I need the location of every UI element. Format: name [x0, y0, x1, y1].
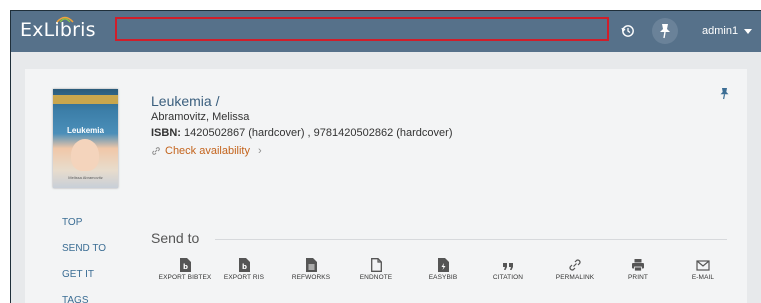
action-label: PRINT: [628, 274, 648, 281]
record-isbn: ISBN: 1420502867 (hardcover) , 978142050…: [151, 127, 452, 139]
check-availability-link[interactable]: Check availability ›: [151, 145, 262, 157]
action-label: CITATION: [492, 274, 524, 281]
endnote-button[interactable]: ENDNOTE: [343, 258, 409, 281]
user-menu[interactable]: admin1: [702, 25, 753, 37]
pinned-items-button[interactable]: [652, 18, 678, 44]
search-history-button[interactable]: [615, 18, 641, 44]
svg-text:b: b: [183, 263, 188, 271]
pin-record-button[interactable]: [719, 87, 730, 105]
send-to-heading: Send to: [151, 230, 200, 246]
action-label: PERMALINK: [555, 274, 595, 281]
permalink-button[interactable]: PERMALINK: [542, 258, 608, 281]
user-name: admin1: [702, 25, 739, 37]
record-card: Leukemia Melissa Abramovitz Leukemia / A…: [25, 69, 747, 303]
document-b-icon: b: [238, 258, 250, 272]
logo-arc-icon: [56, 16, 74, 23]
print-icon: [632, 259, 644, 272]
cover-title: Leukemia: [67, 126, 104, 135]
nav-tags[interactable]: TAGS: [62, 295, 88, 303]
record-author: Abramovitz, Melissa: [151, 111, 250, 123]
easybib-button[interactable]: EASYBIB: [410, 258, 476, 281]
action-label: ENDNOTE: [359, 274, 393, 281]
isbn-value: 1420502867 (hardcover) , 9781420502862 (…: [184, 127, 453, 139]
isbn-label: ISBN:: [151, 127, 181, 139]
email-button[interactable]: E-MAIL: [670, 258, 736, 281]
nav-send-to[interactable]: SEND TO: [62, 243, 106, 254]
print-button[interactable]: PRINT: [605, 258, 671, 281]
action-label: E-MAIL: [691, 274, 715, 281]
document-b-icon: b: [179, 258, 191, 272]
link-icon: [152, 147, 160, 155]
cover-band: [53, 95, 118, 104]
document-outline-icon: [370, 258, 382, 272]
section-divider: [215, 239, 727, 240]
quote-icon: [503, 263, 513, 270]
link-icon: [569, 259, 581, 271]
chevron-down-icon: [744, 28, 753, 34]
history-icon: [621, 25, 634, 37]
availability-text: Check availability: [165, 145, 250, 157]
chevron-right-icon: ›: [257, 145, 262, 157]
cover-photo: [71, 139, 99, 171]
record-title[interactable]: Leukemia /: [151, 93, 219, 109]
action-label: EXPORT BIBTEX: [158, 274, 212, 281]
export-bibtex-button[interactable]: b EXPORT BIBTEX: [152, 258, 218, 281]
nav-get-it[interactable]: GET IT: [62, 269, 94, 280]
cover-author: Melissa Abramovitz: [68, 175, 103, 180]
email-icon: [696, 260, 710, 271]
pin-icon: [660, 24, 670, 39]
refworks-button[interactable]: REFWORKS: [278, 258, 344, 281]
export-ris-button[interactable]: b EXPORT RIS: [211, 258, 277, 281]
action-label: EXPORT RIS: [223, 274, 265, 281]
action-label: REFWORKS: [291, 274, 331, 281]
svg-text:b: b: [242, 263, 247, 271]
book-cover[interactable]: Leukemia Melissa Abramovitz: [53, 89, 118, 188]
document-bolt-icon: [437, 258, 449, 272]
document-lines-icon: [305, 258, 317, 272]
action-label: EASYBIB: [428, 274, 458, 281]
top-bar: ExLibris admin1: [11, 11, 761, 52]
search-input[interactable]: [115, 17, 609, 41]
app-frame: ExLibris admin1 Leukemia Melissa Abramov…: [10, 10, 761, 303]
pin-icon: [720, 88, 729, 100]
nav-top[interactable]: TOP: [62, 217, 82, 228]
citation-button[interactable]: CITATION: [475, 258, 541, 281]
